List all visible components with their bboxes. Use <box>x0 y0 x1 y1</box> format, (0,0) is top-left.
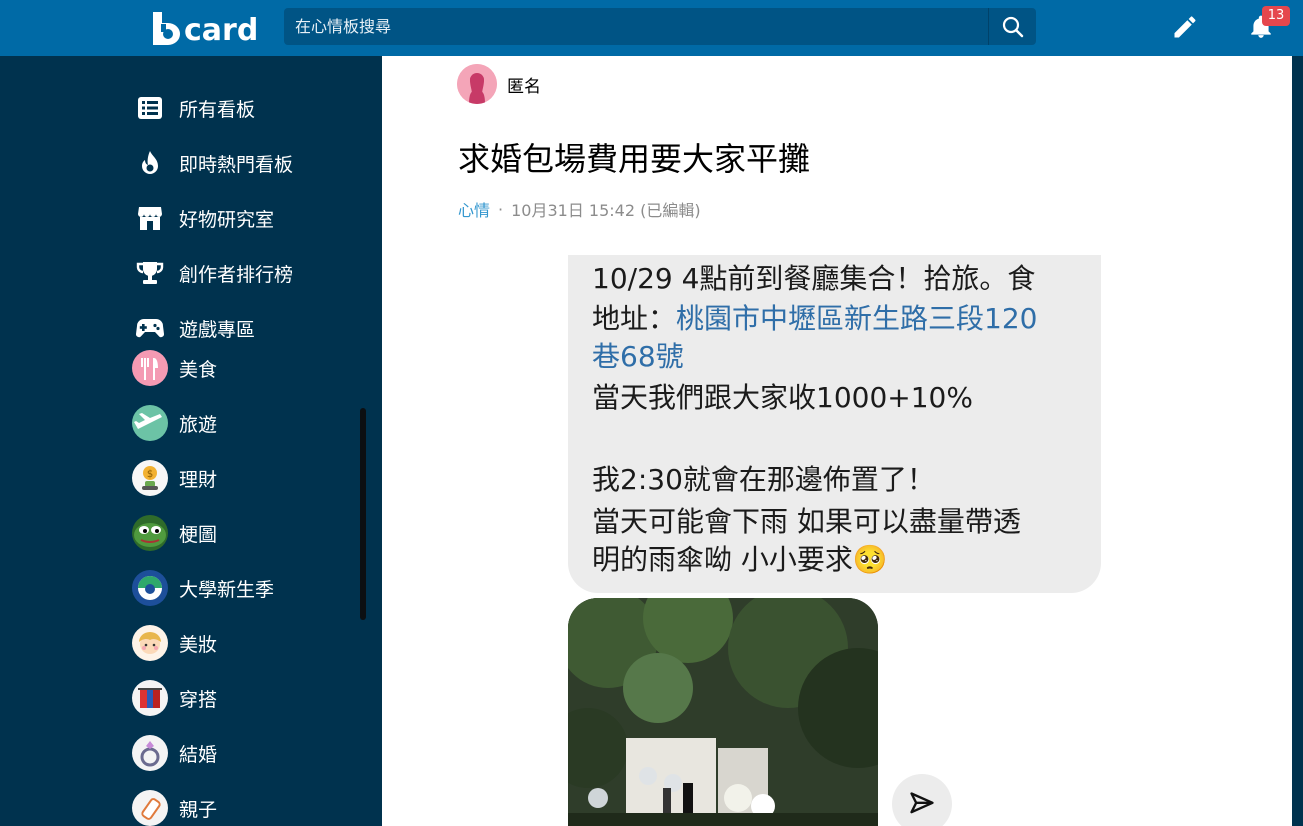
sidebar-item-label: 好物研究室 <box>179 208 275 231</box>
forum-link[interactable]: 心情 <box>458 197 490 221</box>
clothes-rack-icon <box>132 680 168 716</box>
coin-icon: $ <box>132 460 168 496</box>
sidebar-item-memes[interactable]: 梗圖 <box>132 513 217 553</box>
chat-line: 我2:30就會在那邊佈置了！ <box>592 463 935 496</box>
sidebar-item-label: 穿搭 <box>179 688 218 711</box>
airplane-icon <box>132 405 168 441</box>
chat-line: 當天我們跟大家收1000+10% <box>592 381 973 414</box>
share-button[interactable] <box>892 774 952 826</box>
dcard-logo-icon <box>150 10 182 46</box>
sidebar-item-food[interactable]: 美食 <box>132 348 217 388</box>
post-timestamp: 10月31日 15:42 (已編輯) <box>511 201 701 220</box>
dcard-logo[interactable]: card <box>150 8 258 48</box>
ring-icon <box>132 735 168 771</box>
sidebar-item-label: 旅遊 <box>179 413 218 436</box>
baby-bottle-icon <box>132 790 168 826</box>
sidebar-item-outfit[interactable]: 穿搭 <box>132 678 217 718</box>
list-icon <box>132 90 168 126</box>
chat-text: 地址： <box>592 302 677 335</box>
fork-knife-icon <box>132 350 168 386</box>
chat-line: 明的雨傘呦 小小要求🥺 <box>592 543 888 576</box>
sidebar-item-label: 即時熱門看板 <box>179 153 294 176</box>
post-author: 匿名 <box>457 64 541 104</box>
search-input[interactable] <box>284 8 988 45</box>
sidebar-item-hot-boards[interactable]: 即時熱門看板 <box>132 143 293 183</box>
address-link: 巷68號 <box>592 340 684 373</box>
sidebar-scrollbar[interactable] <box>360 408 366 620</box>
author-name: 匿名 <box>507 76 541 97</box>
post-title: 求婚包場費用要大家平攤 <box>458 140 811 178</box>
sidebar-item-parenting[interactable]: 親子 <box>132 788 217 826</box>
search-button[interactable] <box>988 8 1036 45</box>
meta-separator: · <box>498 199 504 219</box>
logo-text: card <box>184 12 259 48</box>
page-edge <box>1292 56 1303 826</box>
freshman-logo-icon <box>132 570 168 606</box>
sidebar-item-makeup[interactable]: 美妝 <box>132 623 217 663</box>
sidebar-item-label: 所有看板 <box>179 98 256 121</box>
wedding-photo <box>568 598 878 826</box>
sidebar-item-label: 理財 <box>179 468 218 491</box>
sidebar-item-games[interactable]: 遊戲專區 <box>132 308 255 348</box>
sidebar-item-travel[interactable]: 旅遊 <box>132 403 217 443</box>
chat-bubble: 10/29 4點前到餐廳集合！拾旅。食 地址：桃園市中壢區新生路三段120 巷6… <box>568 255 1101 593</box>
notification-badge: 13 <box>1262 6 1290 26</box>
sidebar-item-label: 創作者排行榜 <box>179 263 294 286</box>
write-post-button[interactable] <box>1170 12 1200 42</box>
sidebar-item-all-boards[interactable]: 所有看板 <box>132 88 255 128</box>
post-meta: 心情 · 10月31日 15:42 (已編輯) <box>458 197 701 221</box>
send-icon <box>910 792 934 814</box>
fire-icon <box>132 145 168 181</box>
sidebar: 所有看板 即時熱門看板 好物研究室 創作者排行榜 遊戲專區 美食 旅遊 $ 理財… <box>0 56 382 826</box>
sidebar-item-goods-lab[interactable]: 好物研究室 <box>132 198 274 238</box>
search-bar <box>284 8 1036 45</box>
gamepad-icon <box>132 310 168 346</box>
trophy-icon <box>132 255 168 291</box>
sidebar-item-marriage[interactable]: 結婚 <box>132 733 217 773</box>
pen-icon <box>1174 16 1196 38</box>
svg-text:$: $ <box>147 469 153 480</box>
post-image[interactable]: 10/29 4點前到餐廳集合！拾旅。食 地址：桃園市中壢區新生路三段120 巷6… <box>568 255 1101 826</box>
store-icon <box>132 200 168 236</box>
chat-line: 地址：桃園市中壢區新生路三段120 <box>592 297 1037 337</box>
sidebar-item-freshman[interactable]: 大學新生季 <box>132 568 274 608</box>
sidebar-item-label: 大學新生季 <box>179 578 275 601</box>
makeup-girl-icon <box>132 625 168 661</box>
search-icon <box>1002 16 1023 37</box>
sidebar-item-label: 美食 <box>179 358 218 381</box>
post-container: 匿名 求婚包場費用要大家平攤 心情 · 10月31日 15:42 (已編輯) 1… <box>382 56 1292 826</box>
address-link: 桃園市中壢區新生路三段120 <box>676 302 1038 335</box>
chat-line: 當天可能會下雨 如果可以盡量帶透 <box>592 505 1021 538</box>
avatar <box>457 64 497 104</box>
sidebar-item-finance[interactable]: $ 理財 <box>132 458 217 498</box>
sidebar-item-creator-ranking[interactable]: 創作者排行榜 <box>132 253 293 293</box>
sidebar-item-label: 結婚 <box>179 743 218 766</box>
pepe-frog-icon <box>132 515 168 551</box>
top-header: card 13 <box>0 0 1303 56</box>
sidebar-item-label: 遊戲專區 <box>179 318 256 341</box>
chat-line: 10/29 4點前到餐廳集合！拾旅。食 <box>592 262 1036 295</box>
sidebar-item-label: 美妝 <box>179 633 218 656</box>
sidebar-item-label: 親子 <box>179 798 218 821</box>
sidebar-item-label: 梗圖 <box>179 523 218 546</box>
